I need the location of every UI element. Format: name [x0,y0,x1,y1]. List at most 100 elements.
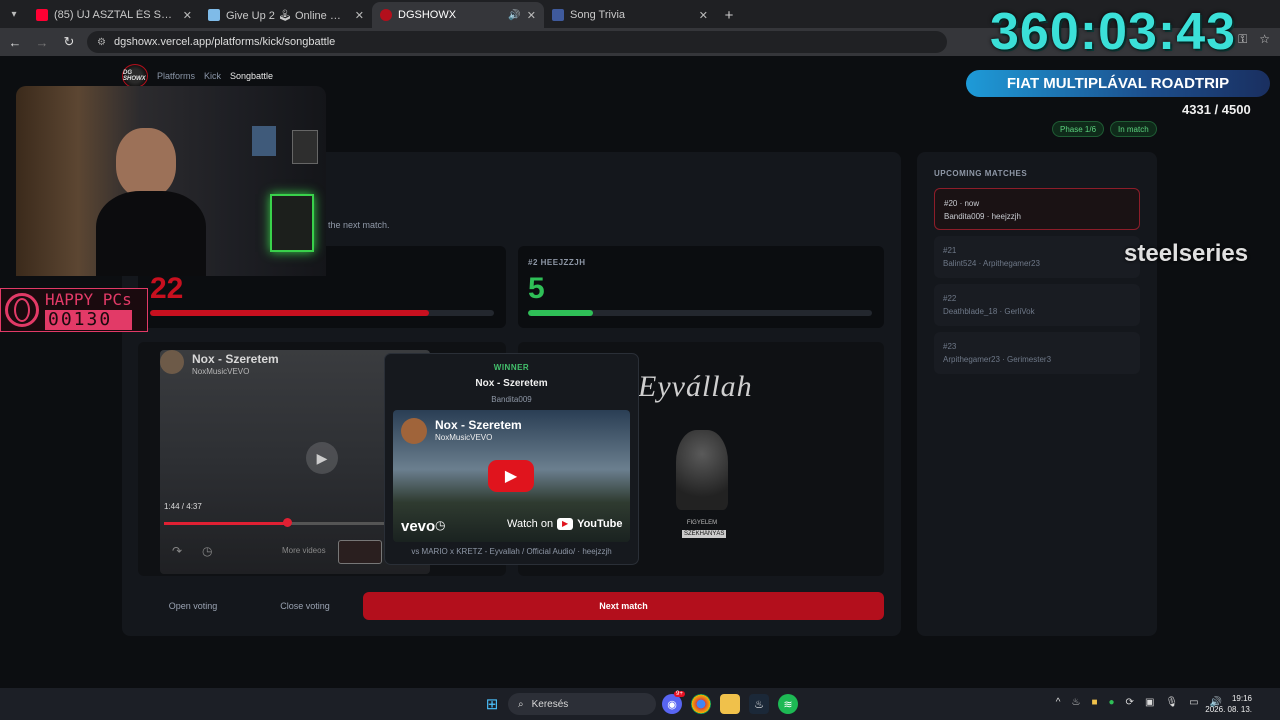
youtube-play-button[interactable]: ▶ [488,460,534,492]
match-players: Arpithegamer23 · Gerimester3 [943,355,1052,364]
address-bar[interactable]: ⚙ dgshowx.vercel.app/platforms/kick/song… [87,31,947,53]
watch-later-icon[interactable]: ◷ [435,518,445,532]
watch-on-youtube-link[interactable]: Watch on ▶ YouTube [507,518,622,530]
tab-label: Give Up 2 🕹 Online Game | Ga [226,9,349,22]
tab-close-icon[interactable]: ✕ [355,9,364,22]
tray-folder-icon[interactable]: ■ [1091,697,1097,708]
file-explorer-icon[interactable] [720,694,740,714]
url-text: dgshowx.vercel.app/platforms/kick/songba… [113,36,336,48]
tab-close-icon[interactable]: ✕ [699,9,708,22]
speaker-icon[interactable]: 🔊 [508,10,520,21]
match-players: Bandita009 · heejzzjh [944,212,1021,221]
microphone-icon[interactable]: 🎙 [1165,697,1178,708]
more-videos-label[interactable]: More videos [282,546,326,555]
happy-pcs-counter: HAPPY PCs 00130 [0,288,148,332]
toolbar-actions: ⚿ ☆ [1238,32,1270,47]
tray-app-icon[interactable]: ▣ [1145,697,1154,708]
game-favicon-icon [208,9,220,21]
breadcrumb-songbattle: Songbattle [230,71,274,81]
pc-case [270,194,314,252]
wall-frame [292,130,318,164]
channel-avatar [160,350,184,374]
tray-sync-icon[interactable]: ⟳ [1126,697,1134,708]
match-item[interactable]: #23 Arpithegamer23 · Gerimester3 [934,332,1140,374]
site-info-icon[interactable]: ⚙ [97,37,106,48]
new-tab-button[interactable]: + [716,2,742,28]
bookmark-star-icon[interactable]: ☆ [1259,32,1270,47]
webcam-overlay [16,86,326,276]
next-match-button[interactable]: Next match [363,592,884,620]
discord-icon[interactable]: ◉ [662,694,682,714]
site-nav: DG SHOWX Platforms Kick Songbattle [122,64,273,88]
album-label-mid: SZÉKHÁNYÁS [682,530,727,538]
score-card-right: #2 HEEJZZJH 5 [518,246,884,328]
match-item[interactable]: #21 Balint524 · Arpithegamer23 [934,236,1140,278]
youtube-logo-icon: ▶ [557,518,574,530]
wall-poster [252,126,276,156]
tray-steam-icon[interactable]: ♨ [1071,697,1080,708]
site-logo[interactable]: DG SHOWX [122,64,148,88]
happy-pcs-logo-icon [5,293,39,327]
close-voting-button[interactable]: Close voting [262,592,348,620]
tray-chevron-icon[interactable]: ^ [1056,697,1061,708]
back-arrow-icon[interactable]: ← [3,30,27,54]
channel-avatar [401,418,427,444]
upcoming-panel: UPCOMING MATCHES #20 · now Bandita009 · … [917,152,1157,636]
monitor-icon[interactable]: ▭ [1189,697,1198,708]
match-id: #20 · now [944,199,980,208]
watch-later-icon[interactable]: ◷ [202,544,212,558]
windows-taskbar: ⊞ ⌕ Keresés ◉ 9+ ♨ ≋ ^ ♨ ■ ● ⟳ ▣ 🎙 ▭ 🔊 1… [0,688,1280,720]
video-time-left: 1:44 / 4:37 [164,502,202,511]
discord-badge: 9+ [674,691,685,697]
breadcrumb-platforms[interactable]: Platforms [157,71,195,81]
score-value-right: 5 [528,272,545,305]
score-fill-right [528,310,594,316]
winner-label: WINNER [493,363,530,372]
winner-song-title: Nox - Szeretem [475,378,548,389]
sponsor-logo: steelseries [1124,240,1249,267]
dgshowx-favicon-icon [380,9,392,21]
taskbar-search[interactable]: ⌕ Keresés [508,693,656,715]
tray-status-icon[interactable]: ● [1109,697,1115,708]
youtube-wordmark: YouTube [577,518,623,530]
winner-popup: WINNER Nox - Szeretem Bandita009 Nox - S… [384,353,639,565]
steam-icon[interactable]: ♨ [749,694,769,714]
tab-close-icon[interactable]: ✕ [527,9,536,22]
system-tray: ^ ♨ ■ ● ⟳ ▣ 🎙 ▭ 🔊 [1056,697,1222,708]
streamer-head [116,128,176,198]
password-key-icon[interactable]: ⚿ [1238,32,1247,47]
browser-tab-4[interactable]: Song Trivia ✕ [544,2,716,28]
match-item[interactable]: #20 · now Bandita009 · heejzzjh [934,188,1140,230]
open-voting-button[interactable]: Open voting [150,592,236,620]
reload-icon[interactable]: ↻ [57,30,81,54]
tab-search-icon[interactable]: ▾ [0,0,28,28]
winner-video-embed[interactable]: Nox - Szeretem NoxMusicVEVO ▶ vevo ◷ Wat… [393,410,630,542]
album-art-title: Eyvállah [638,370,753,403]
scrubber-handle[interactable] [283,518,292,527]
goal-banner: FIAT MULTIPLÁVAL ROADTRIP [966,70,1270,97]
status-badge: In match [1110,121,1157,137]
share-icon[interactable]: ↷ [172,544,182,558]
album-art-figure [676,430,728,510]
happy-pcs-title: HAPPY PCs [45,290,132,309]
match-id: #23 [943,342,957,351]
more-videos-thumbnail[interactable] [338,540,382,564]
chrome-icon[interactable] [691,694,711,714]
play-icon[interactable]: ▶ [306,442,338,474]
video-progress-track[interactable] [164,522,384,525]
browser-tab-3[interactable]: DGSHOWX 🔊 ✕ [372,2,544,28]
score-fill-left [150,310,429,316]
forward-arrow-icon[interactable]: → [30,30,54,54]
tab-close-icon[interactable]: ✕ [183,9,192,22]
browser-tab-2[interactable]: Give Up 2 🕹 Online Game | Ga ✕ [200,2,372,28]
score-bar-right [528,310,872,316]
match-players: Deathblade_18 · GerliVok [943,307,1035,316]
match-item[interactable]: #22 Deathblade_18 · GerliVok [934,284,1140,326]
breadcrumb-kick[interactable]: Kick [204,71,221,81]
score-label-right: #2 HEEJZZJH [528,258,586,267]
spotify-icon[interactable]: ≋ [778,694,798,714]
taskbar-clock[interactable]: 19:16 2026. 08. 13. [1205,693,1252,715]
embed-video-title: Nox - Szeretem [435,418,522,432]
windows-start-icon[interactable]: ⊞ [482,694,502,714]
browser-tab-1[interactable]: (85) ÚJ ASZTAL ÉS SZÉK ÖSSZE ✕ [28,2,200,28]
